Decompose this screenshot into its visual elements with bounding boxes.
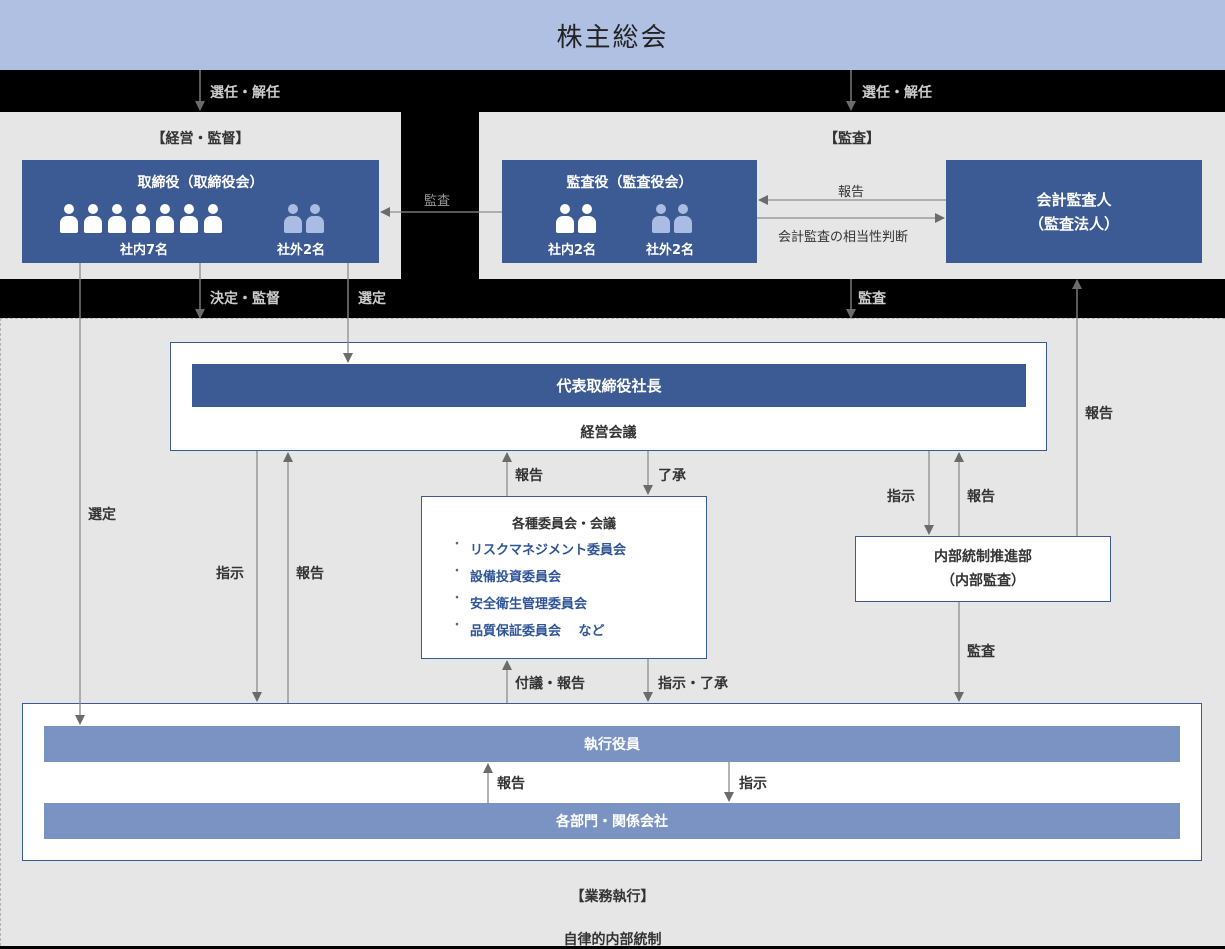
connector-arrows — [75, 70, 1082, 803]
